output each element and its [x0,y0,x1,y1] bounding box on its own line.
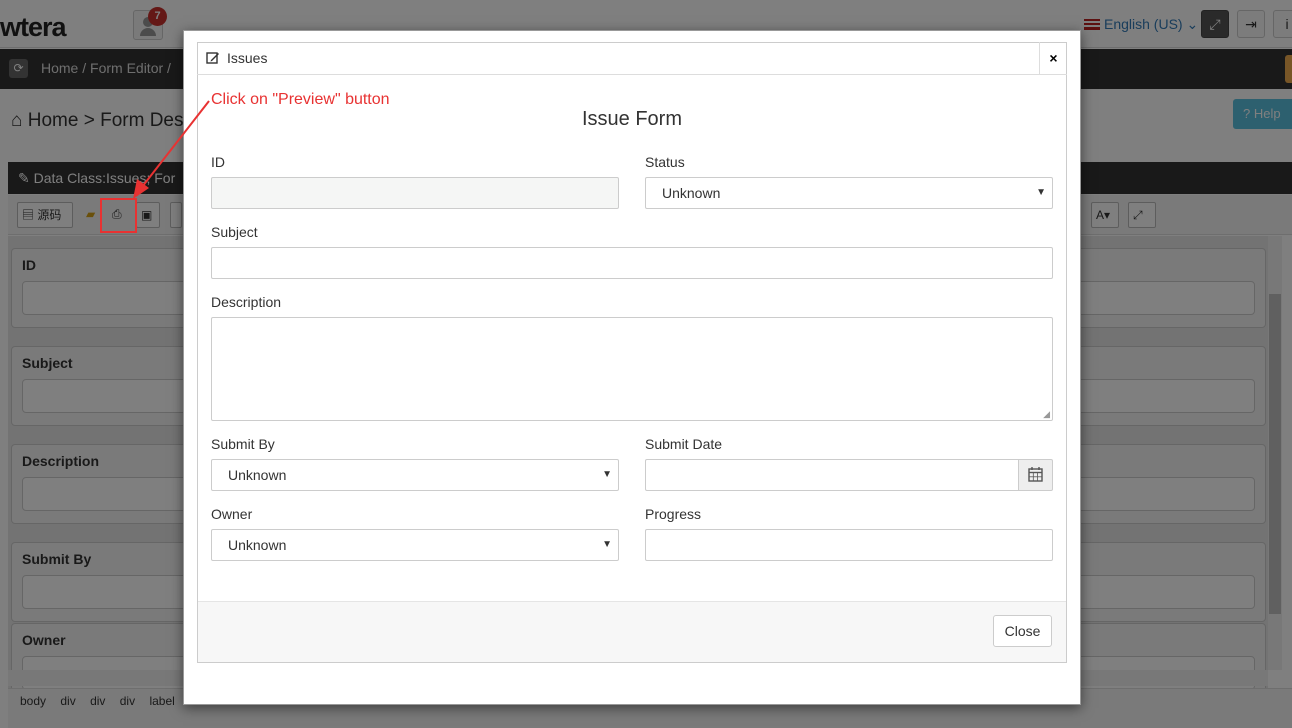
dialog-footer [198,601,1066,662]
submit-date-label: Submit Date [645,436,723,452]
description-label: Description [211,294,282,310]
caret-down-icon: ▼ [1036,187,1046,198]
close-button[interactable]: Close [993,615,1052,647]
submit-by-label: Submit By [211,436,275,452]
progress-field[interactable] [645,529,1053,561]
owner-label: Owner [211,506,253,522]
dialog-title: Issues [197,42,1067,75]
form-title: Issue Form [581,108,683,130]
caret-down-icon: ▼ [602,469,612,480]
resize-handle-icon[interactable]: ◢ [1043,409,1050,420]
progress-label: Progress [645,506,702,522]
calendar-button[interactable] [1018,459,1053,491]
caret-down-icon: ▼ [602,539,612,550]
calendar-icon [1028,467,1043,482]
dialog-close-icon[interactable]: × [1039,42,1067,75]
status-label: Status [645,154,685,170]
subject-label: Subject [211,224,258,240]
submit-by-select[interactable]: Unknown ▼ [211,459,619,491]
edit-icon [206,52,219,64]
description-textarea[interactable]: ◢ [211,317,1053,421]
subject-field[interactable] [211,247,1053,279]
submit-date-field[interactable] [645,459,1019,491]
status-select[interactable]: Unknown ▼ [645,177,1053,209]
annotation-callout: Click on "Preview" button [211,91,390,108]
id-field[interactable] [211,177,619,209]
annotation-arrow [133,100,210,199]
owner-select[interactable]: Unknown ▼ [211,529,619,561]
